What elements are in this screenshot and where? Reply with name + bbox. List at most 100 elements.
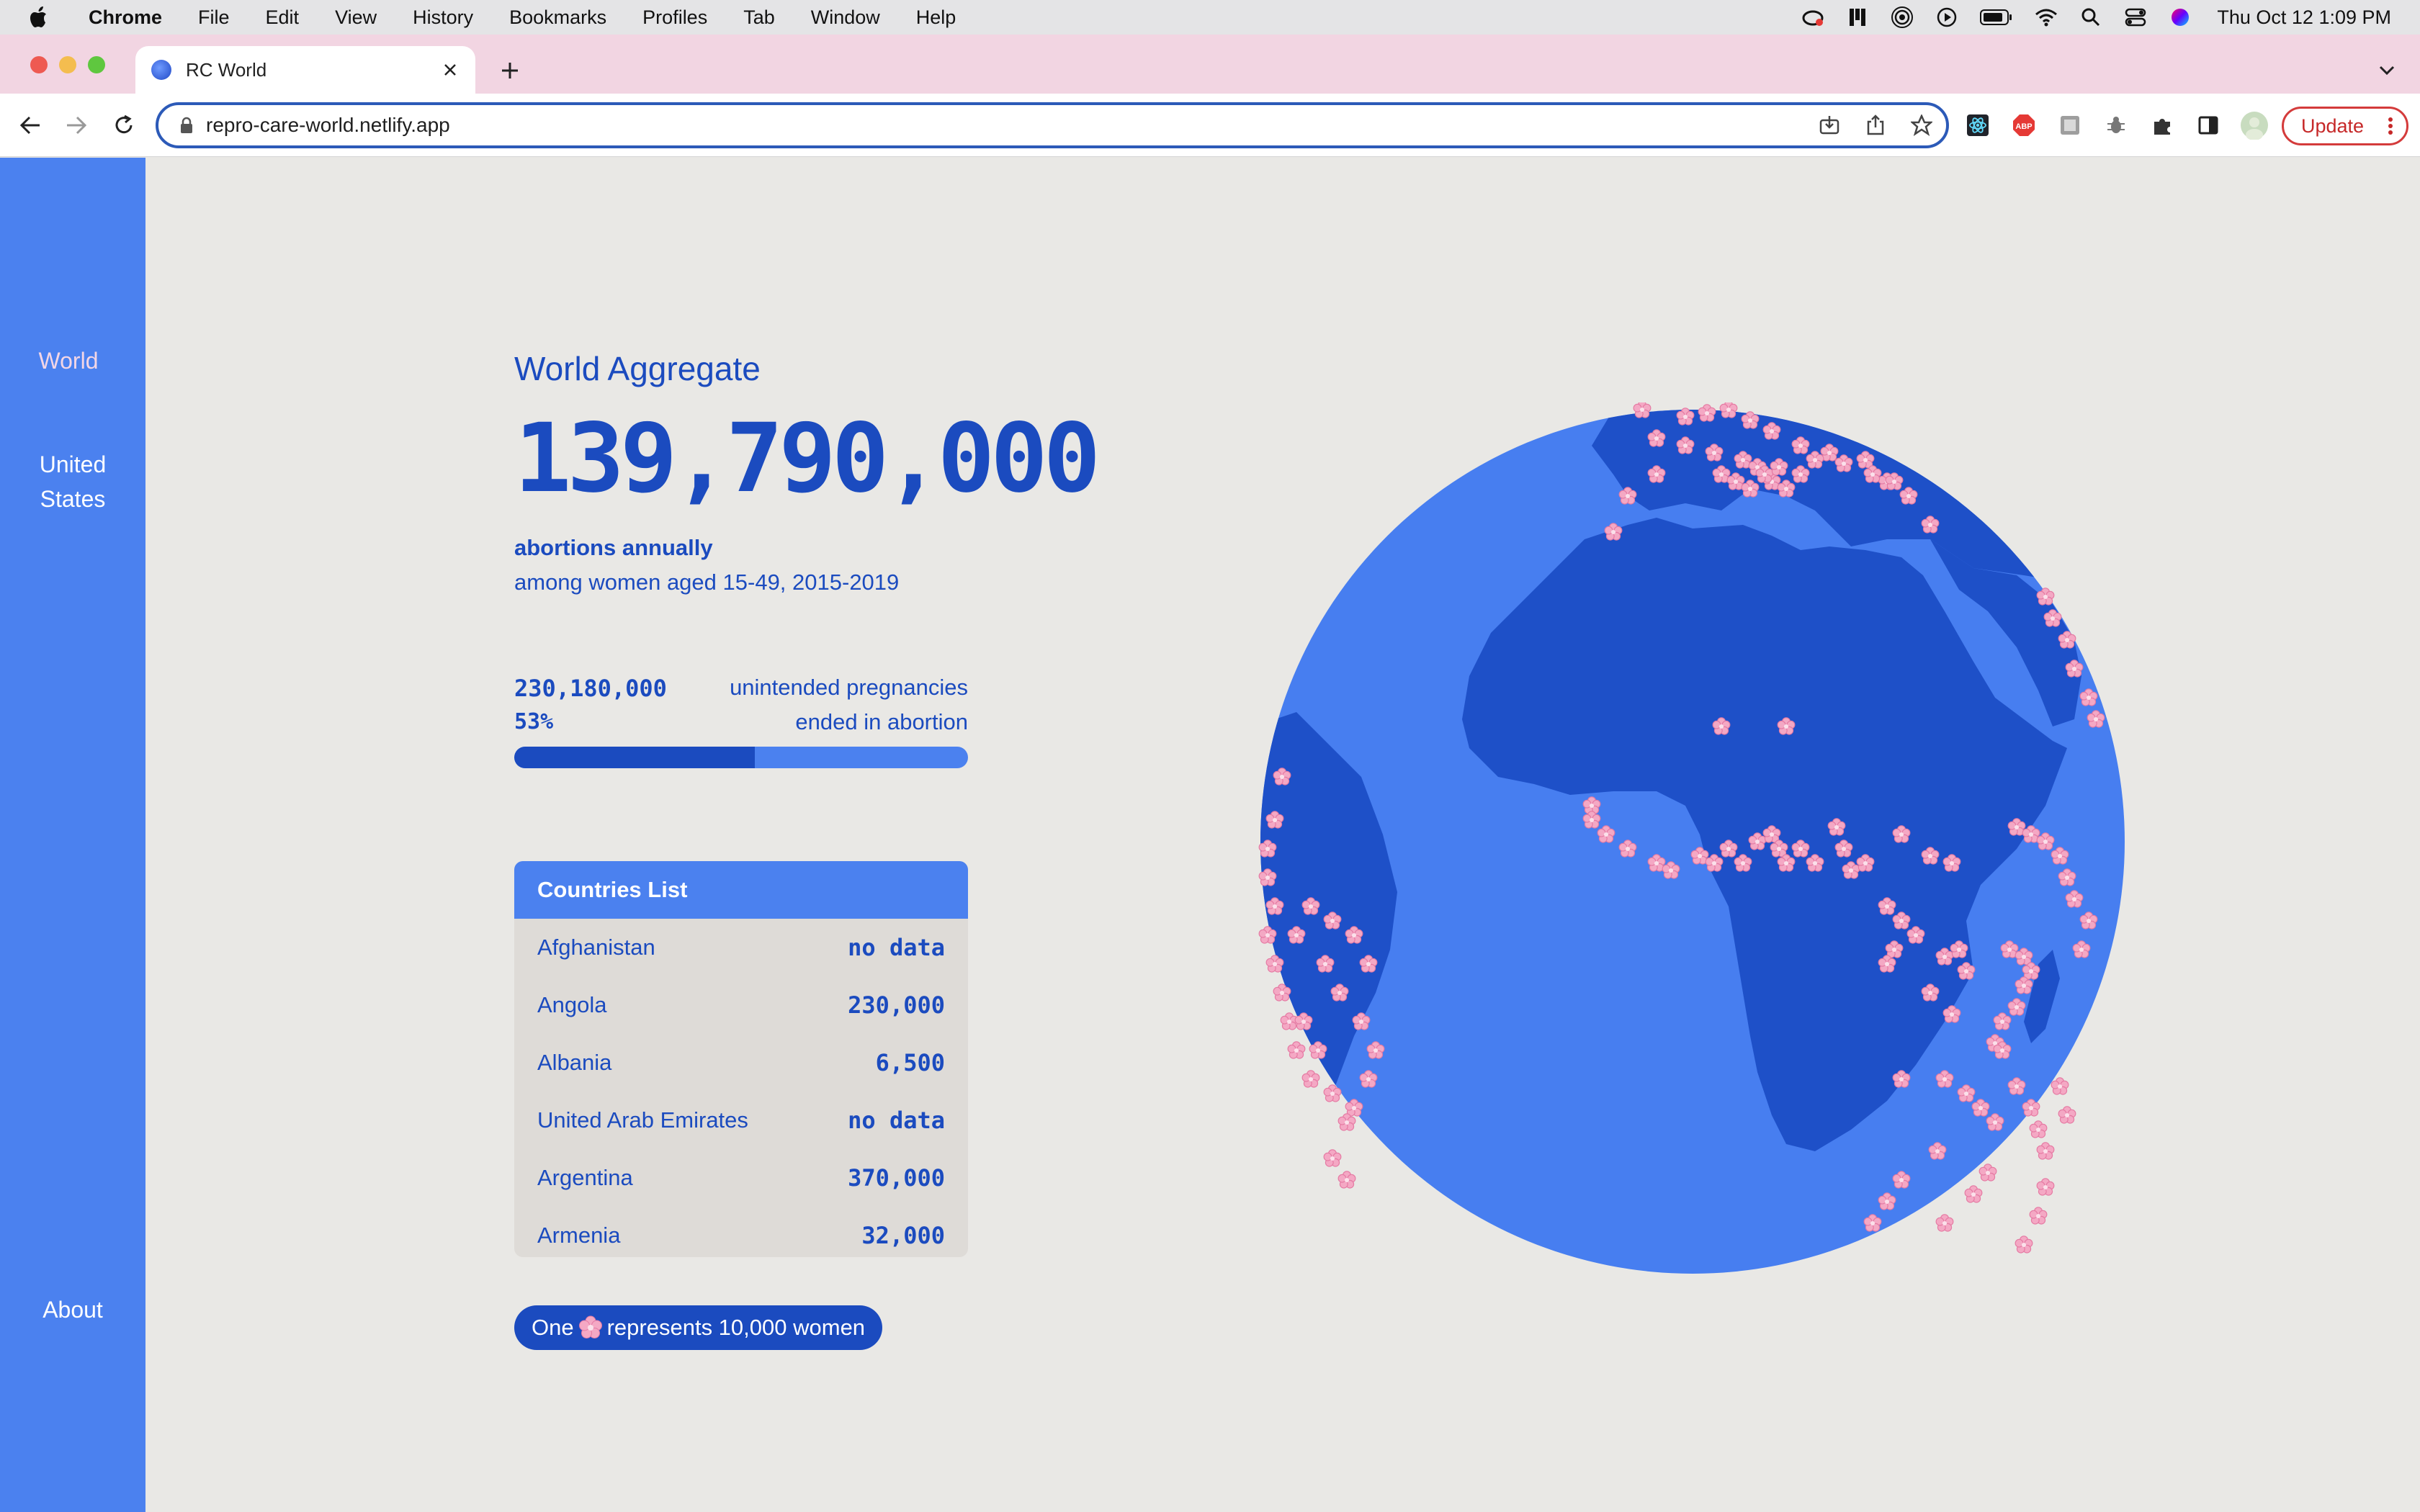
country-name: Argentina — [537, 1165, 633, 1190]
country-name: Afghanistan — [537, 935, 655, 960]
menu-app-name[interactable]: Chrome — [89, 6, 162, 29]
spotlight-search-icon[interactable] — [2079, 5, 2103, 30]
tab-title: RC World — [186, 58, 267, 81]
tab-close-icon[interactable] — [439, 59, 461, 81]
flower-marker — [1301, 1070, 1320, 1088]
country-value: no data — [848, 1107, 945, 1134]
countries-list[interactable]: Countries List Afghanistan no data Angola… — [514, 861, 968, 1257]
siri-icon[interactable] — [2168, 5, 2192, 30]
menu-file[interactable]: File — [198, 6, 230, 29]
country-value: 230,000 — [848, 991, 945, 1019]
sidebar-item-world[interactable]: World — [0, 343, 141, 378]
new-tab-icon[interactable] — [496, 56, 524, 85]
url-text[interactable]: repro-care-world.netlify.app — [206, 114, 450, 137]
country-row[interactable]: Argentina 370,000 — [514, 1149, 968, 1207]
forward-arrow-icon[interactable] — [62, 111, 91, 140]
bookmark-star-icon[interactable] — [1909, 112, 1935, 138]
abortion-percent-bar — [514, 747, 968, 768]
tab-strip: RC World — [0, 35, 2420, 94]
window-zoom-button[interactable] — [88, 56, 105, 73]
legend-text-after: represents 10,000 women — [606, 1315, 866, 1340]
react-devtools-icon[interactable] — [1963, 111, 1992, 140]
flower-marker — [2036, 1178, 2055, 1196]
flower-marker — [1287, 1041, 1306, 1059]
abortion-percent-label: ended in abortion — [795, 709, 968, 734]
country-name: Angola — [537, 992, 607, 1017]
flower-marker — [1323, 1149, 1342, 1167]
menu-history[interactable]: History — [413, 6, 473, 29]
flower-marker — [1978, 1164, 1997, 1182]
menu-tab[interactable]: Tab — [743, 6, 775, 29]
tab-search-chevron-icon[interactable] — [2374, 58, 2400, 84]
country-value: no data — [848, 934, 945, 961]
flower-marker — [1337, 1171, 1356, 1189]
window-minimize-button[interactable] — [59, 56, 76, 73]
country-row[interactable]: Albania 6,500 — [514, 1034, 968, 1092]
country-name: Armenia — [537, 1223, 621, 1248]
install-app-icon[interactable] — [1816, 112, 1842, 138]
control-center-icon[interactable] — [2123, 5, 2148, 30]
lock-icon[interactable] — [177, 116, 196, 135]
legend-text-before: One — [532, 1315, 574, 1340]
browser-toolbar: repro-care-world.netlify.app ABP Update — [0, 94, 2420, 157]
legend-pill: One represents 10,000 women — [514, 1305, 883, 1350]
menu-window[interactable]: Window — [811, 6, 880, 29]
battery-icon[interactable] — [1979, 5, 2014, 30]
window-close-button[interactable] — [30, 56, 48, 73]
abortion-percent-bar-fill — [514, 747, 755, 768]
menu-profiles[interactable]: Profiles — [642, 6, 707, 29]
profile-avatar[interactable] — [2240, 111, 2269, 140]
extensions-puzzle-icon[interactable] — [2148, 111, 2177, 140]
address-bar[interactable]: repro-care-world.netlify.app — [156, 102, 1949, 148]
creative-cloud-icon[interactable] — [1801, 5, 1825, 30]
world-globe[interactable] — [1253, 402, 2132, 1281]
menu-bookmarks[interactable]: Bookmarks — [509, 6, 606, 29]
side-panel-icon[interactable] — [2194, 111, 2223, 140]
adblock-icon[interactable]: ABP — [2009, 111, 2038, 140]
menu-edit[interactable]: Edit — [266, 6, 300, 29]
browser-tab[interactable]: RC World — [135, 46, 475, 94]
flower-marker — [2051, 1077, 2069, 1095]
country-value: 6,500 — [875, 1049, 945, 1076]
flower-icon — [578, 1315, 602, 1338]
flower-marker — [2029, 1207, 2048, 1225]
unintended-pregnancies-count: 230,180,000 — [514, 675, 667, 702]
sidebar-nav: World United States About — [0, 158, 145, 1512]
share-icon[interactable] — [1863, 112, 1888, 138]
macos-menu-bar: Chrome File Edit View History Bookmarks … — [0, 0, 2420, 35]
country-row[interactable]: United Arab Emirates no data — [514, 1092, 968, 1149]
country-value: 370,000 — [848, 1164, 945, 1192]
flower-marker — [2036, 1142, 2055, 1160]
apple-icon[interactable] — [27, 5, 52, 30]
play-icon[interactable] — [1935, 5, 1959, 30]
abortion-percent: 53% — [514, 709, 554, 734]
bug-icon[interactable] — [2102, 111, 2130, 140]
reload-icon[interactable] — [109, 111, 138, 140]
sidebar-item-united-states[interactable]: United States — [26, 447, 120, 516]
menu-help[interactable]: Help — [916, 6, 956, 29]
country-row[interactable]: Angola 230,000 — [514, 976, 968, 1034]
flower-marker — [1698, 404, 1716, 422]
flower-marker — [2015, 1236, 2033, 1254]
update-button[interactable]: Update — [2282, 107, 2408, 145]
app-content: World United States About World Aggregat… — [0, 158, 2420, 1512]
country-row[interactable]: Afghanistan no data — [514, 919, 968, 976]
flower-marker — [2029, 1120, 2048, 1138]
country-name: United Arab Emirates — [537, 1107, 748, 1133]
bars-app-icon[interactable] — [1845, 5, 1870, 30]
wifi-icon[interactable] — [2034, 5, 2058, 30]
unintended-pregnancies-label: unintended pregnancies — [730, 675, 968, 700]
flower-marker — [1964, 1185, 1983, 1203]
menu-clock[interactable]: Thu Oct 12 1:09 PM — [2217, 6, 2391, 29]
sidebar-item-about[interactable]: About — [0, 1292, 145, 1327]
kebab-menu-icon[interactable] — [2388, 117, 2393, 135]
flower-marker — [1337, 1113, 1356, 1131]
airdrop-icon[interactable] — [1890, 5, 1914, 30]
image-extension-icon[interactable] — [2056, 111, 2084, 140]
flower-marker — [2058, 1106, 2076, 1124]
back-arrow-icon[interactable] — [16, 111, 45, 140]
update-label: Update — [2301, 114, 2365, 137]
country-row[interactable]: Armenia 32,000 — [514, 1207, 968, 1257]
country-name: Albania — [537, 1050, 612, 1075]
menu-view[interactable]: View — [335, 6, 377, 29]
